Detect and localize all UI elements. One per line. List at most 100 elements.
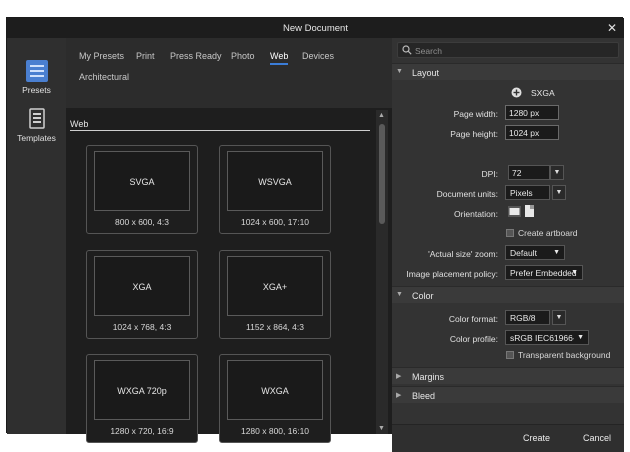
preset-thumbnail: WXGA	[227, 360, 323, 420]
color-section-header[interactable]: ▼ Color	[392, 286, 624, 303]
scroll-up-icon[interactable]: ▲	[378, 112, 385, 119]
transparent-background-label: Transparent background	[518, 350, 611, 360]
preset-thumbnail: XGA+	[227, 256, 323, 316]
portrait-orientation-icon[interactable]	[525, 205, 534, 217]
dialog-footer: Create Cancel	[392, 424, 624, 452]
create-button[interactable]: Create	[523, 433, 550, 443]
tab-my-presets[interactable]: My Presets	[79, 51, 124, 61]
chevron-down-icon: ▼	[577, 334, 584, 341]
color-profile-label: Color profile:	[449, 334, 498, 344]
layout-section-label: Layout	[412, 68, 440, 78]
add-preset-icon[interactable]	[511, 87, 522, 98]
preset-card-wxga-720p[interactable]: WXGA 720p 1280 x 720, 16:9	[86, 354, 198, 443]
color-profile-value: sRGB IEC61966-2.1	[510, 333, 574, 343]
search-field[interactable]: Search	[397, 42, 619, 58]
bleed-section-label: Bleed	[412, 391, 436, 401]
cancel-button[interactable]: Cancel	[583, 433, 611, 443]
preset-name: WXGA	[261, 386, 289, 396]
section-title: Web	[70, 119, 89, 129]
tab-devices[interactable]: Devices	[302, 51, 334, 61]
actual-size-zoom-label: 'Actual size' zoom:	[428, 249, 498, 259]
document-units-label: Document units:	[436, 189, 498, 199]
preset-dimensions: 800 x 600, 4:3	[115, 217, 169, 227]
color-profile-select[interactable]: sRGB IEC61966-2.1 ▼	[505, 330, 589, 345]
scroll-thumb[interactable]	[379, 124, 385, 224]
search-placeholder: Search	[415, 46, 442, 56]
preset-card-wsvga[interactable]: WSVGA 1024 x 600, 17:10	[219, 145, 331, 234]
chevron-down-icon: ▼	[396, 68, 403, 75]
preset-dimensions: 1152 x 864, 4:3	[246, 322, 304, 332]
section-divider	[70, 130, 370, 131]
preset-thumbnail: WSVGA	[227, 151, 323, 211]
create-artboard-checkbox[interactable]	[506, 229, 514, 237]
tab-print[interactable]: Print	[136, 51, 155, 61]
preset-card-svga[interactable]: SVGA 800 x 600, 4:3	[86, 145, 198, 234]
page-height-label: Page height:	[450, 129, 498, 139]
page-width-label: Page width:	[453, 109, 498, 119]
preset-name-label: SXGA	[531, 88, 555, 98]
image-placement-value: Prefer Embedded	[510, 268, 577, 278]
bleed-section-header[interactable]: ▶ Bleed	[392, 386, 624, 403]
color-format-select[interactable]: RGB/8	[505, 310, 550, 325]
tab-press-ready[interactable]: Press Ready	[170, 51, 222, 61]
create-artboard-label: Create artboard	[518, 228, 578, 238]
image-placement-select[interactable]: Prefer Embedded ▼	[505, 265, 583, 280]
close-icon[interactable]: ✕	[607, 21, 617, 35]
sidebar-item-presets[interactable]: Presets	[7, 60, 66, 95]
preset-name: XGA	[132, 282, 152, 292]
templates-icon	[28, 108, 45, 129]
preset-thumbnail: WXGA 720p	[94, 360, 190, 420]
color-format-dropdown-button[interactable]: ▼	[552, 310, 566, 325]
actual-size-zoom-select[interactable]: Default ▼	[505, 245, 565, 260]
preset-name: WSVGA	[258, 177, 292, 187]
scroll-down-icon[interactable]: ▼	[378, 425, 385, 432]
presets-icon	[25, 60, 48, 82]
category-tabs: My Presets Print Press Ready Photo Web D…	[66, 38, 392, 108]
preset-dimensions: 1024 x 768, 4:3	[112, 322, 172, 332]
margins-section-header[interactable]: ▶ Margins	[392, 367, 624, 384]
layout-section-header[interactable]: ▼ Layout	[392, 63, 624, 80]
page-height-field[interactable]: 1024 px	[505, 125, 559, 140]
preset-dimensions: 1280 x 800, 16:10	[240, 426, 310, 436]
chevron-down-icon: ▼	[396, 291, 403, 298]
preset-thumbnail: SVGA	[94, 151, 190, 211]
left-sidebar: Presets Templates	[7, 38, 66, 434]
preset-name: XGA+	[262, 282, 288, 292]
search-icon	[402, 45, 412, 55]
margins-section-label: Margins	[412, 372, 445, 382]
preset-thumbnail: XGA	[94, 256, 190, 316]
document-units-dropdown-button[interactable]: ▼	[552, 185, 566, 200]
dpi-label: DPI:	[481, 169, 498, 179]
preset-dimensions: 1280 x 720, 16:9	[110, 426, 174, 436]
chevron-down-icon: ▼	[571, 269, 578, 276]
color-section-label: Color	[412, 291, 434, 301]
sidebar-label-templates: Templates	[17, 133, 56, 143]
new-document-dialog: New Document ✕ Presets Templates My Pres…	[6, 17, 624, 452]
settings-panel: Search ▼ Layout SXGA Page width: 1280 px…	[392, 38, 624, 452]
landscape-orientation-icon[interactable]	[508, 206, 521, 217]
chevron-down-icon: ▼	[553, 249, 560, 256]
sidebar-item-templates[interactable]: Templates	[7, 108, 66, 143]
chevron-right-icon: ▶	[396, 392, 402, 399]
preset-name: SVGA	[129, 177, 155, 187]
sidebar-label-presets: Presets	[22, 85, 51, 95]
preset-dimensions: 1024 x 600, 17:10	[240, 217, 310, 227]
dpi-field[interactable]: 72	[508, 165, 550, 180]
tab-photo[interactable]: Photo	[231, 51, 255, 61]
dpi-dropdown-button[interactable]: ▼	[550, 165, 564, 180]
preset-card-wxga[interactable]: WXGA 1280 x 800, 16:10	[219, 354, 331, 443]
tab-web[interactable]: Web	[270, 51, 289, 65]
preset-name: WXGA 720p	[117, 386, 167, 396]
page-width-field[interactable]: 1280 px	[505, 105, 559, 120]
orientation-label: Orientation:	[454, 209, 498, 219]
document-units-select[interactable]: Pixels	[505, 185, 550, 200]
tab-architectural[interactable]: Architectural	[79, 72, 129, 82]
chevron-right-icon: ▶	[396, 373, 402, 380]
preset-card-xga[interactable]: XGA 1024 x 768, 4:3	[86, 250, 198, 339]
transparent-background-checkbox[interactable]	[506, 351, 514, 359]
actual-size-zoom-value: Default	[510, 248, 537, 258]
image-placement-label: Image placement policy:	[406, 269, 498, 279]
preset-card-xga-plus[interactable]: XGA+ 1152 x 864, 4:3	[219, 250, 331, 339]
dialog-title: New Document	[283, 23, 348, 34]
preset-scrollbar[interactable]: ▲ ▼	[376, 110, 388, 434]
